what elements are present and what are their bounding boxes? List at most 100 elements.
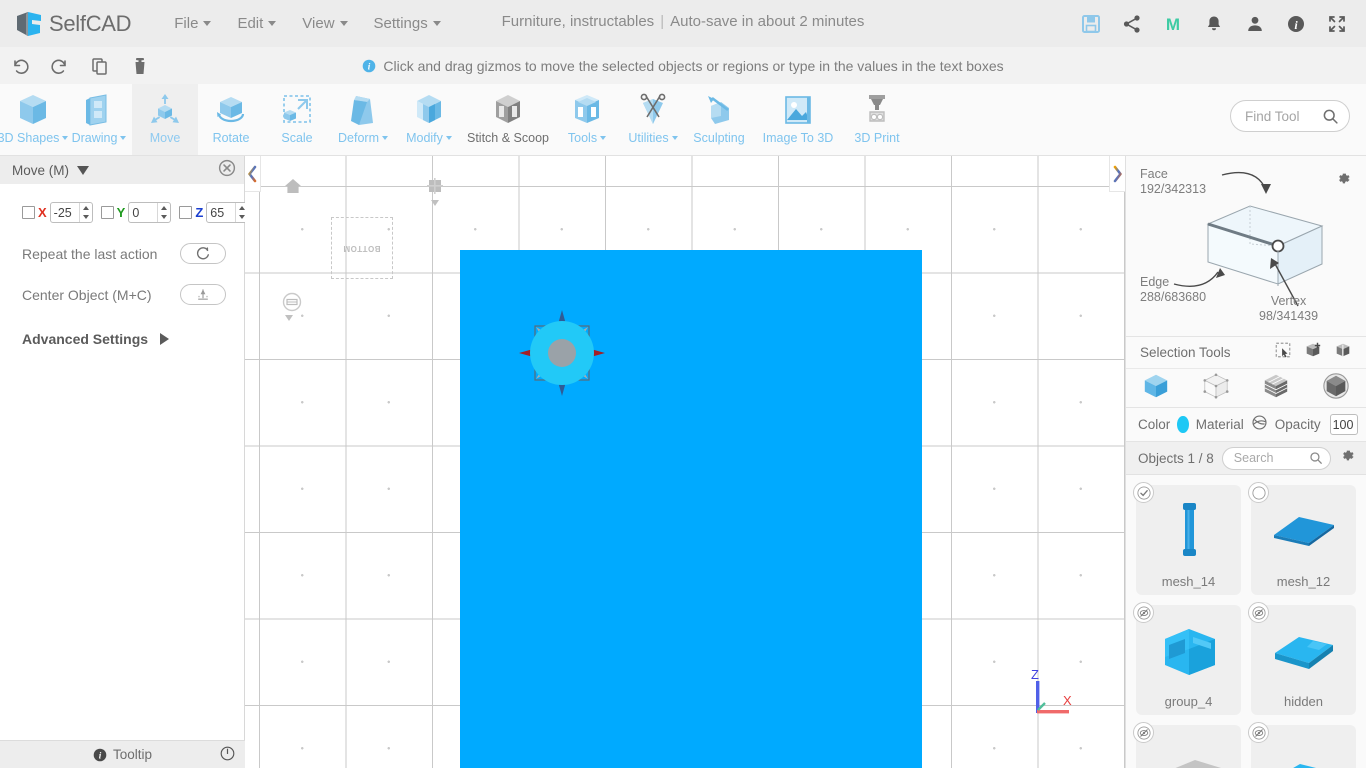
axis-x-spin-up[interactable]: [80, 203, 92, 213]
tool-utilities[interactable]: Utilities: [620, 84, 686, 155]
3d-print-icon: [857, 90, 897, 130]
find-tool-search[interactable]: Find Tool: [1230, 100, 1350, 132]
main-toolbar: 3D Shapes Drawing Move Rotate Scale Defo…: [0, 84, 1366, 156]
objects-settings-gear-icon[interactable]: [1339, 447, 1356, 469]
tool-deform[interactable]: Deform: [330, 84, 396, 155]
opacity-numberbox[interactable]: [1329, 414, 1358, 435]
tool-scale[interactable]: Scale: [264, 84, 330, 155]
tool-image-to-3d[interactable]: Image To 3D: [752, 84, 844, 155]
repeat-last-action-button[interactable]: [180, 243, 226, 264]
object-hidden-eye-icon[interactable]: [1133, 602, 1154, 623]
opacity-spinner[interactable]: [1356, 415, 1357, 434]
axis-z-input[interactable]: [207, 203, 236, 222]
tool-tools[interactable]: Tools: [554, 84, 620, 155]
chevron-right-icon: [160, 333, 170, 345]
tool-move[interactable]: Move: [132, 84, 198, 155]
object-select-checked-icon[interactable]: [1133, 482, 1154, 503]
object-hidden-eye-icon[interactable]: [1248, 602, 1269, 623]
bell-icon[interactable]: [1203, 13, 1225, 35]
menu-edit[interactable]: Edit: [224, 9, 289, 38]
user-icon[interactable]: [1244, 13, 1266, 35]
axis-x-numberbox[interactable]: [49, 202, 93, 223]
chevron-down-icon: [203, 21, 212, 26]
edge-mode-icon[interactable]: [1322, 372, 1350, 405]
home-icon[interactable]: [283, 176, 303, 201]
center-object-button[interactable]: [180, 284, 226, 305]
axis-x-input[interactable]: [50, 203, 79, 222]
power-icon[interactable]: [220, 746, 235, 764]
axis-y-spin-up[interactable]: [158, 203, 170, 213]
axis-y-numberbox[interactable]: [128, 202, 172, 223]
tool-stitch-scoop[interactable]: Stitch & Scoop: [462, 84, 554, 155]
center-view-icon[interactable]: [281, 291, 303, 318]
axis-x-text: X: [1063, 693, 1072, 708]
tool-label: Tools: [567, 131, 598, 145]
close-icon[interactable]: [218, 159, 236, 182]
object-card-6[interactable]: [1248, 722, 1356, 768]
modify-icon: [409, 90, 449, 130]
collapse-left-panel-chevron[interactable]: [245, 156, 261, 192]
objects-search-input[interactable]: Search: [1221, 446, 1331, 470]
axis-y-spin-down[interactable]: [158, 213, 170, 223]
axis-z-numberbox[interactable]: [206, 202, 250, 223]
rectangle-select-icon[interactable]: [1274, 341, 1292, 364]
refresh-icon: [197, 246, 209, 259]
save-icon[interactable]: [1080, 13, 1102, 35]
object-hidden-eye-icon[interactable]: [1133, 722, 1154, 743]
objects-search-placeholder: Search: [1233, 451, 1274, 465]
advanced-settings-toggle[interactable]: Advanced Settings: [0, 331, 244, 347]
material-sphere-icon[interactable]: [1251, 414, 1268, 436]
info-icon[interactable]: i: [1285, 13, 1307, 35]
tool-3d-print[interactable]: 3D Print: [844, 84, 910, 155]
3d-viewport[interactable]: BOTTOM Z X: [245, 156, 1125, 768]
remove-select-icon[interactable]: [1334, 341, 1352, 364]
app-logo[interactable]: SelfCAD: [14, 9, 132, 39]
axis-y-checkbox[interactable]: [100, 206, 114, 219]
view-cube-icon[interactable]: [425, 176, 445, 201]
object-card-mesh-12[interactable]: mesh_12: [1248, 482, 1356, 595]
move-gizmo[interactable]: [502, 293, 622, 413]
menu-file[interactable]: File: [161, 9, 224, 38]
tool-drawing[interactable]: Drawing: [66, 84, 132, 155]
chevron-down-icon[interactable]: [77, 165, 89, 175]
object-hidden-eye-icon[interactable]: [1248, 722, 1269, 743]
object-select-unchecked-icon[interactable]: [1248, 482, 1269, 503]
color-swatch[interactable]: [1177, 416, 1189, 433]
magic-m-icon[interactable]: M: [1162, 13, 1184, 35]
share-icon[interactable]: [1121, 13, 1143, 35]
tool-rotate[interactable]: Rotate: [198, 84, 264, 155]
opacity-input[interactable]: [1330, 415, 1357, 434]
axis-x-spin-down[interactable]: [80, 213, 92, 223]
delete-icon[interactable]: [120, 47, 160, 84]
vertex-mode-icon[interactable]: [1202, 372, 1230, 405]
object-card-mesh-14[interactable]: mesh_14: [1133, 482, 1241, 595]
object-card-group-4[interactable]: group_4: [1133, 602, 1241, 715]
face-mode-icon[interactable]: [1262, 372, 1290, 405]
tool-modify[interactable]: Modify: [396, 84, 462, 155]
object-card-hidden[interactable]: hidden: [1248, 602, 1356, 715]
project-title: Furniture, instructables: [501, 13, 655, 30]
menu-view[interactable]: View: [289, 9, 360, 38]
center-view-dropdown-icon[interactable]: [285, 315, 293, 321]
redo-icon[interactable]: [40, 47, 80, 84]
axis-x-checkbox[interactable]: [22, 206, 35, 219]
left-panel-title: Move (M): [12, 162, 69, 178]
axis-x-spinner[interactable]: [78, 203, 92, 223]
collapse-right-panel-chevron[interactable]: [1109, 156, 1125, 192]
axis-y-input[interactable]: [129, 203, 158, 222]
object-name: hidden: [1283, 694, 1324, 709]
undo-icon[interactable]: [0, 47, 40, 84]
axis-y-spinner[interactable]: [157, 203, 170, 222]
fullscreen-icon[interactable]: [1326, 13, 1348, 35]
add-select-icon[interactable]: [1304, 341, 1322, 364]
copy-icon[interactable]: [80, 47, 120, 84]
edge-value: 288/683680: [1140, 290, 1207, 304]
info-icon: i: [363, 59, 376, 72]
axis-z-checkbox[interactable]: [179, 206, 193, 219]
menu-settings[interactable]: Settings: [361, 9, 454, 38]
tool-sculpting[interactable]: Sculpting: [686, 84, 752, 155]
view-cube-dropdown-icon[interactable]: [431, 200, 439, 206]
object-card-5[interactable]: [1133, 722, 1241, 768]
object-mode-icon[interactable]: [1142, 372, 1170, 405]
tool-3d-shapes[interactable]: 3D Shapes: [0, 84, 69, 155]
